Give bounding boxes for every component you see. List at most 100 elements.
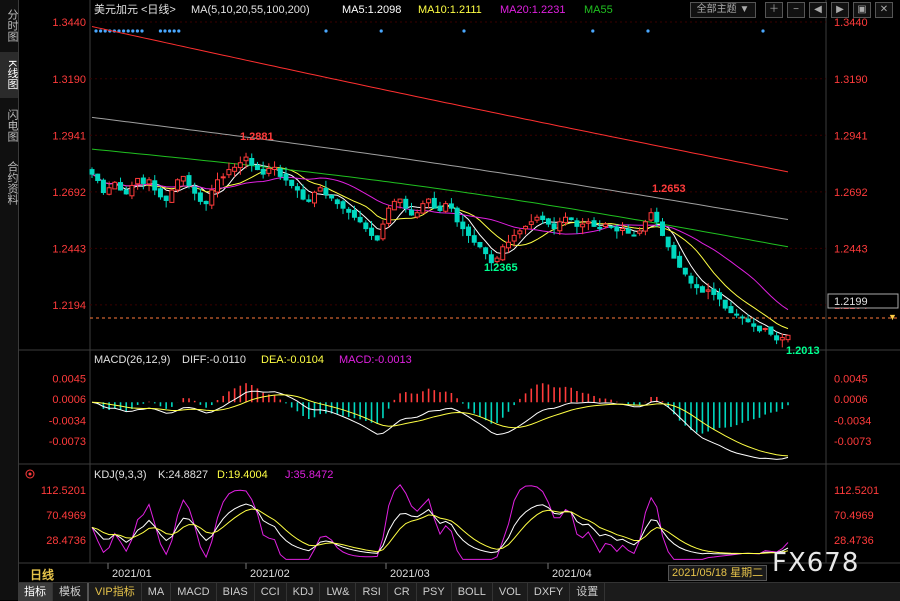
indicator-tab[interactable]: MA [142, 583, 172, 601]
macd-dea-line [91, 394, 789, 457]
candle-up [580, 223, 586, 228]
close-button[interactable]: ✕ [875, 2, 893, 18]
indicator-tab[interactable]: BIAS [217, 583, 255, 601]
price-tick-right: 1.3440 [834, 17, 868, 29]
indicator-tab[interactable]: 指标 [18, 583, 53, 601]
indicator-tab[interactable]: CCI [255, 583, 287, 601]
kdj-k-line [91, 503, 789, 555]
signal-dot [462, 29, 466, 33]
candle-up [762, 328, 768, 331]
period-title[interactable]: <日线> [141, 2, 176, 16]
zoom-in-button[interactable]: ＋ [765, 2, 783, 18]
indicator-tab[interactable]: CR [388, 583, 417, 601]
candle-down [745, 318, 751, 323]
candle-down [654, 211, 660, 223]
candle-down [699, 286, 705, 293]
zoom-out-button[interactable]: − [787, 2, 805, 18]
candle-up [209, 189, 215, 206]
candle-down [728, 306, 734, 314]
candle-up [705, 289, 711, 292]
candle-up [397, 198, 403, 204]
macd-tick-left: -0.0073 [49, 436, 86, 448]
candle-down [591, 220, 597, 227]
signal-dot [591, 29, 595, 33]
candle-up [180, 175, 186, 182]
price-tick-right: 1.2941 [834, 130, 868, 142]
indicator-tab[interactable]: PSY [417, 583, 452, 601]
signal-dot [172, 29, 176, 33]
macd-tick-left: 0.0006 [52, 394, 86, 406]
candle-down [437, 205, 443, 211]
macd-tick-left: -0.0034 [49, 415, 86, 427]
price-tick-left: 1.3440 [52, 17, 86, 29]
macd-tick-left: 0.0045 [52, 373, 86, 385]
indicator-tab[interactable]: VIP指标 [89, 583, 142, 601]
candle-down [123, 189, 129, 195]
candle-down [249, 158, 255, 166]
candle-down [369, 227, 375, 236]
indicator-tab[interactable]: BOLL [452, 583, 493, 601]
candle-down [665, 236, 671, 248]
candle-up [386, 207, 392, 224]
candle-up [311, 191, 317, 204]
indicator-tab[interactable]: RSI [356, 583, 388, 601]
ma200-line [91, 26, 789, 173]
candle-down [329, 194, 335, 199]
indicator-tab[interactable]: 设置 [570, 583, 606, 601]
restore-icon: ▣ [857, 4, 867, 15]
signal-dot [646, 29, 650, 33]
candle-up [146, 179, 152, 185]
candle-down [568, 217, 574, 221]
indicator-tab[interactable]: LW& [320, 583, 357, 601]
restore-button[interactable]: ▣ [853, 2, 871, 18]
price-tick-right: 1.2692 [834, 187, 868, 199]
indicator-tab[interactable]: 模板 [53, 583, 89, 601]
candle-up [112, 181, 118, 190]
candle-up [642, 221, 648, 232]
candle-down [460, 221, 466, 230]
candle-down [157, 188, 163, 198]
candle-down [448, 203, 454, 209]
macd-diff-value: DIFF:-0.0110 [182, 354, 246, 366]
candle-up [785, 334, 791, 341]
candle-down [551, 223, 557, 230]
kdj-tick-left: 70.4969 [46, 510, 86, 522]
kline-chart-canvas[interactable]: 美元加元 <日线> MA(5,10,20,55,100,200) MA5:1.2… [0, 0, 900, 582]
theme-select-button[interactable]: 全部主题 ▼ [690, 2, 756, 18]
ma20-value: MA20:1.2231 [500, 4, 565, 16]
indicator-tab[interactable]: MACD [171, 583, 217, 601]
kdj-title: KDJ(9,3,3) [94, 469, 147, 481]
candle-down [631, 234, 637, 237]
kdj-tick-right: 70.4969 [834, 510, 874, 522]
indicator-tab[interactable]: VOL [493, 583, 528, 601]
candle-up [106, 187, 112, 195]
candle-up [517, 230, 523, 235]
price-tick-right: 1.3190 [834, 74, 868, 86]
candle-down [163, 195, 169, 201]
arrow-right-icon: ▶ [836, 4, 844, 15]
minus-icon: − [793, 4, 799, 15]
ma10-value: MA10:1.2111 [418, 4, 482, 16]
scroll-left-button[interactable]: ◀ [809, 2, 827, 18]
signal-dot [131, 29, 135, 33]
candle-down [711, 288, 717, 295]
scroll-right-button[interactable]: ▶ [831, 2, 849, 18]
indicator-tab[interactable]: DXFY [528, 583, 571, 601]
period-label[interactable]: 日线 [30, 566, 54, 583]
candle-down [722, 299, 728, 309]
signal-dot [135, 29, 139, 33]
kdj-tick-left: 112.5201 [41, 485, 86, 497]
candle-down [323, 187, 329, 196]
candle-down [363, 222, 369, 230]
candle-up [779, 337, 785, 341]
candle-up [175, 179, 181, 191]
candle-down [734, 313, 740, 316]
crosshair-date-badge: 2021/05/18 星期二 [668, 565, 768, 581]
x-tick-label: 2021/01 [112, 568, 152, 580]
candle-up [129, 184, 135, 197]
signal-dot [379, 29, 383, 33]
candle-down [346, 208, 352, 213]
candle-up [243, 156, 249, 162]
ma55-value: MA55 [584, 4, 613, 16]
indicator-tab[interactable]: KDJ [287, 583, 321, 601]
